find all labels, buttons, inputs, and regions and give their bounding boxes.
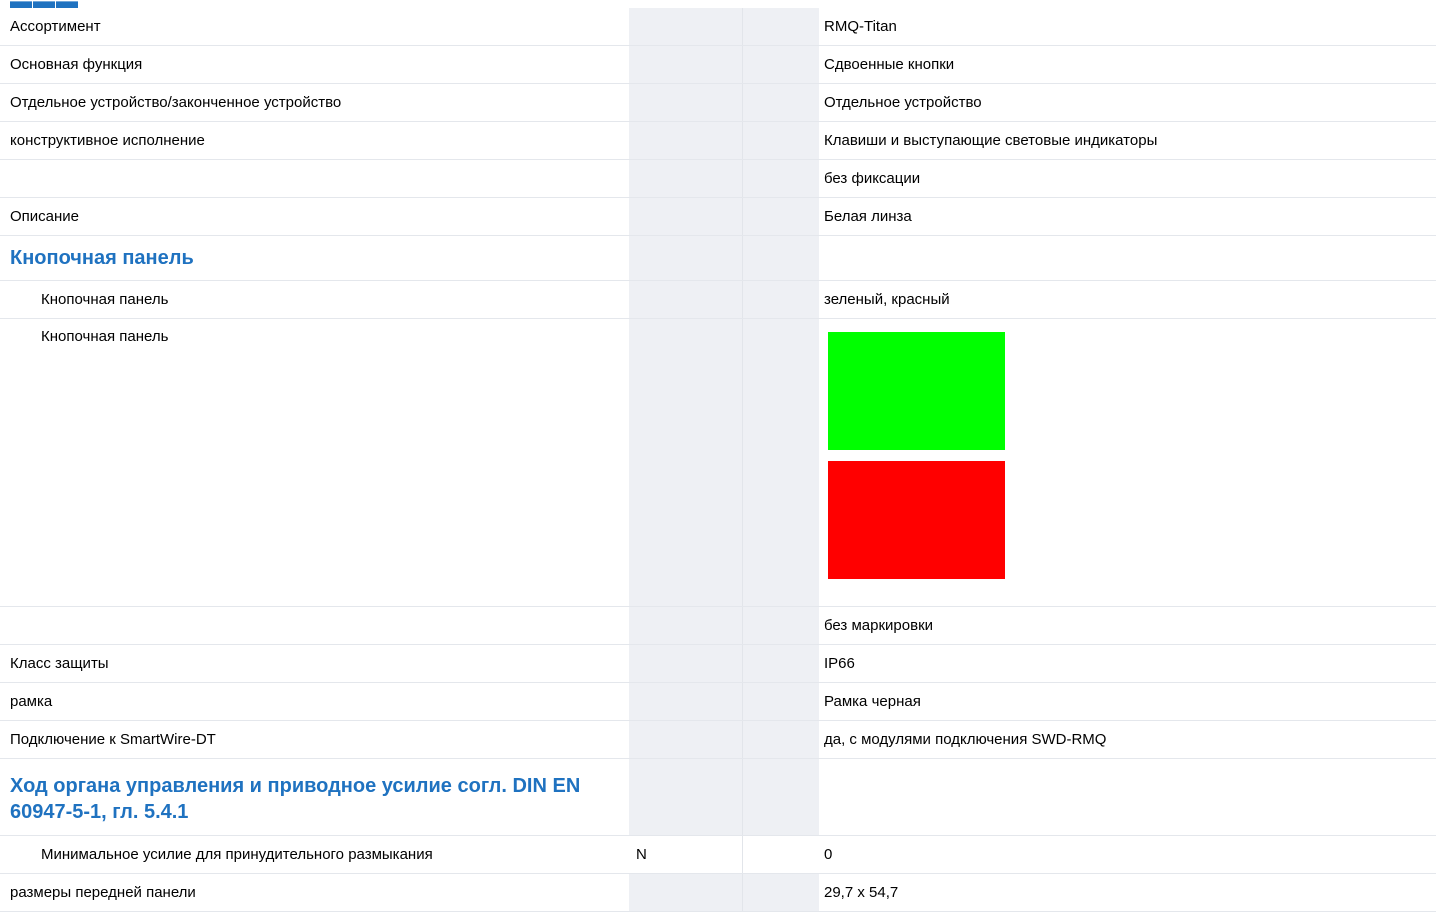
unit-cell-secondary xyxy=(742,121,819,160)
row-value: Белая линза xyxy=(819,197,1436,236)
section-heading: Ход органа управления и приводное усилие… xyxy=(0,758,629,836)
table-row-button-panel-image: Кнопочная панель xyxy=(0,318,1436,607)
unit-cell-secondary xyxy=(742,835,819,874)
row-value: 0 xyxy=(819,835,1436,874)
unit-cell xyxy=(629,121,743,160)
table-row-min-force: Минимальное усилие для принудительного р… xyxy=(0,835,1436,874)
unit-cell-secondary xyxy=(742,8,819,46)
unit-cell-secondary xyxy=(742,280,819,319)
table-row-latching: без фиксации xyxy=(0,159,1436,198)
row-label: конструктивное исполнение xyxy=(0,121,629,160)
table-row-marking: без маркировки xyxy=(0,606,1436,645)
unit-cell xyxy=(629,606,743,645)
row-value: зеленый, красный xyxy=(819,280,1436,319)
row-value: 29,7 x 54,7 xyxy=(819,873,1436,912)
row-label: размеры передней панели xyxy=(0,873,629,912)
unit-cell-secondary xyxy=(742,606,819,645)
unit-cell: N xyxy=(629,835,743,874)
unit-cell xyxy=(629,873,743,912)
unit-cell-secondary xyxy=(742,720,819,759)
row-label-empty xyxy=(0,159,629,198)
unit-cell-secondary xyxy=(742,83,819,122)
unit-cell-secondary xyxy=(742,873,819,912)
unit-cell-secondary xyxy=(742,644,819,683)
row-value: Рамка черная xyxy=(819,682,1436,721)
row-value: RMQ-Titan xyxy=(819,8,1436,46)
green-color-swatch xyxy=(828,332,1005,450)
table-row-smartwire: Подключение к SmartWire-DT да, с модулям… xyxy=(0,720,1436,759)
section-row-button-panel: Кнопочная панель xyxy=(0,235,1436,281)
section-heading: Кнопочная панель xyxy=(0,235,629,281)
row-value: Клавиши и выступающие световые индикатор… xyxy=(819,121,1436,160)
row-label: Кнопочная панель xyxy=(0,280,629,319)
table-row-front-dims: размеры передней панели 29,7 x 54,7 xyxy=(0,873,1436,912)
row-value: IP66 xyxy=(819,644,1436,683)
unit-cell xyxy=(629,159,743,198)
unit-cell xyxy=(629,235,743,281)
red-color-swatch xyxy=(828,461,1005,579)
unit-cell xyxy=(629,83,743,122)
unit-cell xyxy=(629,644,743,683)
spec-table: Ассортимент RMQ-Titan Основная функция С… xyxy=(0,8,1436,912)
unit-cell-secondary xyxy=(742,235,819,281)
row-label: Подключение к SmartWire-DT xyxy=(0,720,629,759)
table-row-design: конструктивное исполнение Клавиши и выст… xyxy=(0,121,1436,160)
unit-cell-secondary xyxy=(742,159,819,198)
unit-cell-secondary xyxy=(742,682,819,721)
table-row-description: Описание Белая линза xyxy=(0,197,1436,236)
row-value: Сдвоенные кнопки xyxy=(819,45,1436,84)
previous-section-heading-fragment: ▬▬▬ ▬▬ xyxy=(10,0,130,8)
unit-cell-secondary xyxy=(742,45,819,84)
row-label: Отдельное устройство/законченное устройс… xyxy=(0,83,629,122)
unit-cell xyxy=(629,318,743,607)
row-value: без фиксации xyxy=(819,159,1436,198)
row-value: без маркировки xyxy=(819,606,1436,645)
row-label: Описание xyxy=(0,197,629,236)
unit-cell-secondary xyxy=(742,197,819,236)
table-row-protection: Класс защиты IP66 xyxy=(0,644,1436,683)
row-label: Основная функция xyxy=(0,45,629,84)
row-value: Отдельное устройство xyxy=(819,83,1436,122)
table-row-device-type: Отдельное устройство/законченное устройс… xyxy=(0,83,1436,122)
row-label: Класс защиты xyxy=(0,644,629,683)
color-swatch-group xyxy=(824,319,1436,579)
unit-cell xyxy=(629,45,743,84)
unit-cell xyxy=(629,8,743,46)
table-row-assortment: Ассортимент RMQ-Titan xyxy=(0,8,1436,46)
table-row-frame: рамка Рамка черная xyxy=(0,682,1436,721)
row-label: Ассортимент xyxy=(0,8,629,46)
table-row-main-function: Основная функция Сдвоенные кнопки xyxy=(0,45,1436,84)
table-row-button-panel-colors: Кнопочная панель зеленый, красный xyxy=(0,280,1436,319)
unit-cell xyxy=(629,682,743,721)
color-swatch-cell xyxy=(819,318,1436,607)
row-label-empty xyxy=(0,606,629,645)
unit-cell xyxy=(629,758,743,836)
unit-cell xyxy=(629,197,743,236)
unit-cell xyxy=(629,720,743,759)
row-value: да, с модулями подключения SWD-RMQ xyxy=(819,720,1436,759)
unit-cell-secondary xyxy=(742,318,819,607)
row-label: рамка xyxy=(0,682,629,721)
row-value-empty xyxy=(819,758,1436,836)
row-value-empty xyxy=(819,235,1436,281)
unit-cell xyxy=(629,280,743,319)
row-label: Кнопочная панель xyxy=(0,318,629,607)
unit-cell-secondary xyxy=(742,758,819,836)
section-row-stroke-force: Ход органа управления и приводное усилие… xyxy=(0,758,1436,836)
row-label: Минимальное усилие для принудительного р… xyxy=(0,835,629,874)
